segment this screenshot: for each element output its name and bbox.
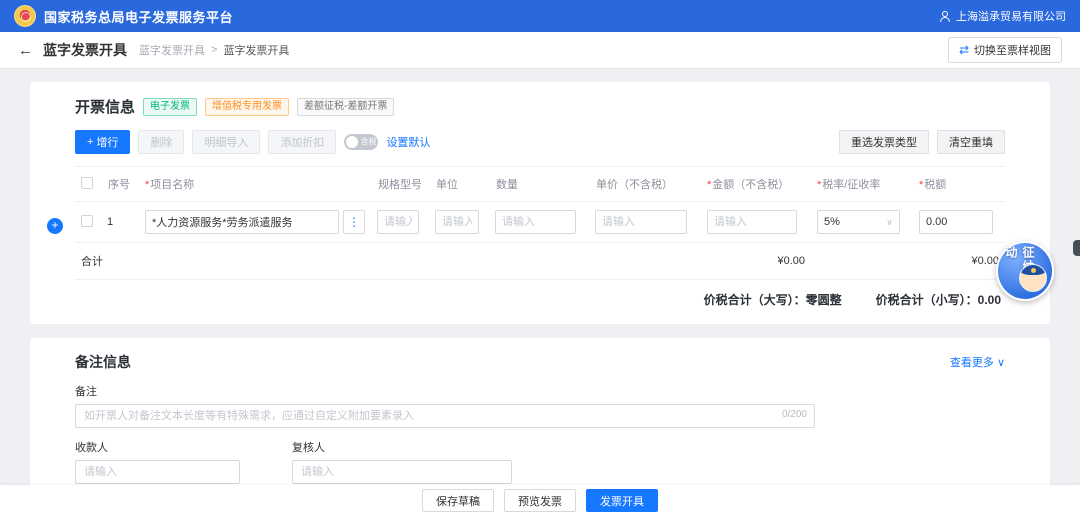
invoice-issue-page: 国家税务总局电子发票服务平台 上海溢承贸易有限公司 ← 蓝字发票开具 蓝字发票开… [0,0,1080,516]
payee-input[interactable] [75,460,240,484]
col-header-tax-amount: *税额 [913,167,1005,202]
summary-lowercase: 价税合计（小写）：0.00 [876,291,1001,308]
spec-input[interactable] [377,210,419,234]
add-row-label: 增行 [96,134,118,150]
summary-uppercase: 价税合计（大写）：零圆整 [704,291,842,308]
switch-view-label: 切换至票样视图 [974,42,1051,58]
more-options-icon[interactable]: ⋮ [343,210,365,234]
tax-amount-input[interactable] [919,210,993,234]
invoice-items-table: 序号 *项目名称 规格型号 单位 数量 单价（不含税） *金额（不含税） *税率… [75,166,1005,280]
insert-row-button[interactable]: + [47,218,63,234]
col-header-tax-rate: *税率/征收率 [811,167,913,202]
tag-differential-tax: 差额征税-差额开票 [297,98,394,116]
reviewer-input[interactable] [292,460,512,484]
tax-bureau-logo-icon [14,5,36,27]
plus-icon: + [87,136,93,148]
remark-input-wrap: 0/200 [75,404,815,428]
row-index: 1 [101,202,139,243]
tax-included-toggle[interactable]: 含税 [344,134,378,150]
add-row-button[interactable]: + 增行 [75,130,130,154]
add-discount-button[interactable]: 添加折扣 [268,130,336,154]
sub-nav: ← 蓝字发票开具 蓝字发票开具 > 蓝字发票开具 ⇄ 切换至票样视图 [0,32,1080,68]
chevron-down-icon: ∨ [886,217,893,228]
invoice-items-table-wrap: + 序号 *项目名称 规格型号 单位 数量 单价（不含税） [75,166,1005,312]
breadcrumb-parent[interactable]: 蓝字发票开具 [139,42,205,58]
reviewer-label: 复核人 [292,439,512,455]
quantity-input[interactable] [495,210,576,234]
unit-price-input[interactable] [595,210,687,234]
col-header-quantity: 数量 [489,167,589,202]
remark-card: 备注信息 查看更多 ∨ 备注 0/200 收款人 复核人 [30,338,1050,506]
preview-invoice-button[interactable]: 预览发票 [504,489,576,512]
footer-action-bar: 保存草稿 预览发票 发票开具 [0,485,1080,516]
col-header-unit-price: 单价（不含税） [589,167,701,202]
invoice-section-head: 开票信息 电子发票 增值税专用发票 差额征税-差额开票 [75,96,1005,117]
mascot-avatar [1019,264,1047,292]
toggle-label: 含税 [360,138,376,146]
totals-tax: ¥0.00 [913,243,1005,280]
issue-invoice-button[interactable]: 发票开具 [586,489,658,512]
company-account[interactable]: 上海溢承贸易有限公司 [939,8,1066,24]
project-name-cell: ⋮ [145,210,365,234]
project-name-input[interactable] [145,210,339,234]
app-title: 国家税务总局电子发票服务平台 [44,7,233,26]
side-collapse-handle[interactable] [1073,240,1080,256]
set-default-link[interactable]: 设置默认 [386,134,430,150]
swap-icon: ⇄ [959,44,969,56]
row-checkbox[interactable] [81,215,93,227]
delete-button[interactable]: 删除 [138,130,184,154]
table-header-row: 序号 *项目名称 规格型号 单位 数量 单价（不含税） *金额（不含税） *税率… [75,167,1005,202]
breadcrumb-separator: > [211,44,217,56]
save-draft-button[interactable]: 保存草稿 [422,489,494,512]
tag-vat-special-invoice: 增值税专用发票 [205,98,289,116]
remark-section-title: 备注信息 [75,352,131,372]
reselect-invoice-type-button[interactable]: 重选发票类型 [839,130,929,154]
col-header-project-name: *项目名称 [139,167,371,202]
totals-label: 合计 [75,243,139,280]
switch-to-sample-view-button[interactable]: ⇄ 切换至票样视图 [948,37,1062,63]
payee-label: 收款人 [75,439,240,455]
remark-input[interactable] [75,404,815,428]
payee-field: 收款人 [75,428,240,484]
detail-import-button[interactable]: 明细导入 [192,130,260,154]
invoice-section-title: 开票信息 [75,96,135,117]
remark-field-label: 备注 [75,383,1005,399]
tax-total-summary: 价税合计（大写）：零圆整 价税合计（小写）：0.00 [75,280,1005,312]
col-header-amount: *金额（不含税） [701,167,811,202]
col-header-index: 序号 [101,167,139,202]
invoice-info-card: 开票信息 电子发票 增值税专用发票 差额征税-差额开票 + 增行 删除 明细导入… [30,82,1050,324]
totals-amount: ¥0.00 [701,243,811,280]
unit-input[interactable] [435,210,479,234]
company-name: 上海溢承贸易有限公司 [956,8,1066,24]
amount-input[interactable] [707,210,797,234]
tax-rate-select[interactable]: 5% ∨ [817,210,900,234]
view-more-link[interactable]: 查看更多 ∨ [950,354,1005,370]
reviewer-field: 复核人 [292,428,512,484]
clear-reset-button[interactable]: 清空重填 [937,130,1005,154]
app-header: 国家税务总局电子发票服务平台 上海溢承贸易有限公司 [0,0,1080,32]
col-header-unit: 单位 [429,167,489,202]
tag-electronic-invoice: 电子发票 [143,98,197,116]
select-all-checkbox[interactable] [81,177,93,189]
page-title: 蓝字发票开具 [43,40,127,60]
col-header-spec: 规格型号 [371,167,429,202]
user-icon [939,11,950,22]
totals-row: 合计 ¥0.00 ¥0.00 [75,243,1005,280]
table-row: 1 ⋮ [75,202,1005,243]
tax-interaction-mascot[interactable]: 征纳互动 [996,241,1054,301]
back-arrow-icon[interactable]: ← [18,43,33,58]
breadcrumb-current: 蓝字发票开具 [223,42,289,58]
char-count: 0/200 [782,409,807,420]
remark-section-head: 备注信息 查看更多 ∨ [75,352,1005,372]
payee-reviewer-row: 收款人 复核人 [75,428,1005,484]
invoice-toolbar: + 增行 删除 明细导入 添加折扣 含税 设置默认 重选发票类型 清空重填 [75,130,1005,154]
breadcrumb: 蓝字发票开具 > 蓝字发票开具 [139,42,289,58]
chevron-down-icon: ∨ [997,357,1005,369]
tax-rate-value: 5% [824,216,840,228]
toggle-knob [346,136,358,148]
